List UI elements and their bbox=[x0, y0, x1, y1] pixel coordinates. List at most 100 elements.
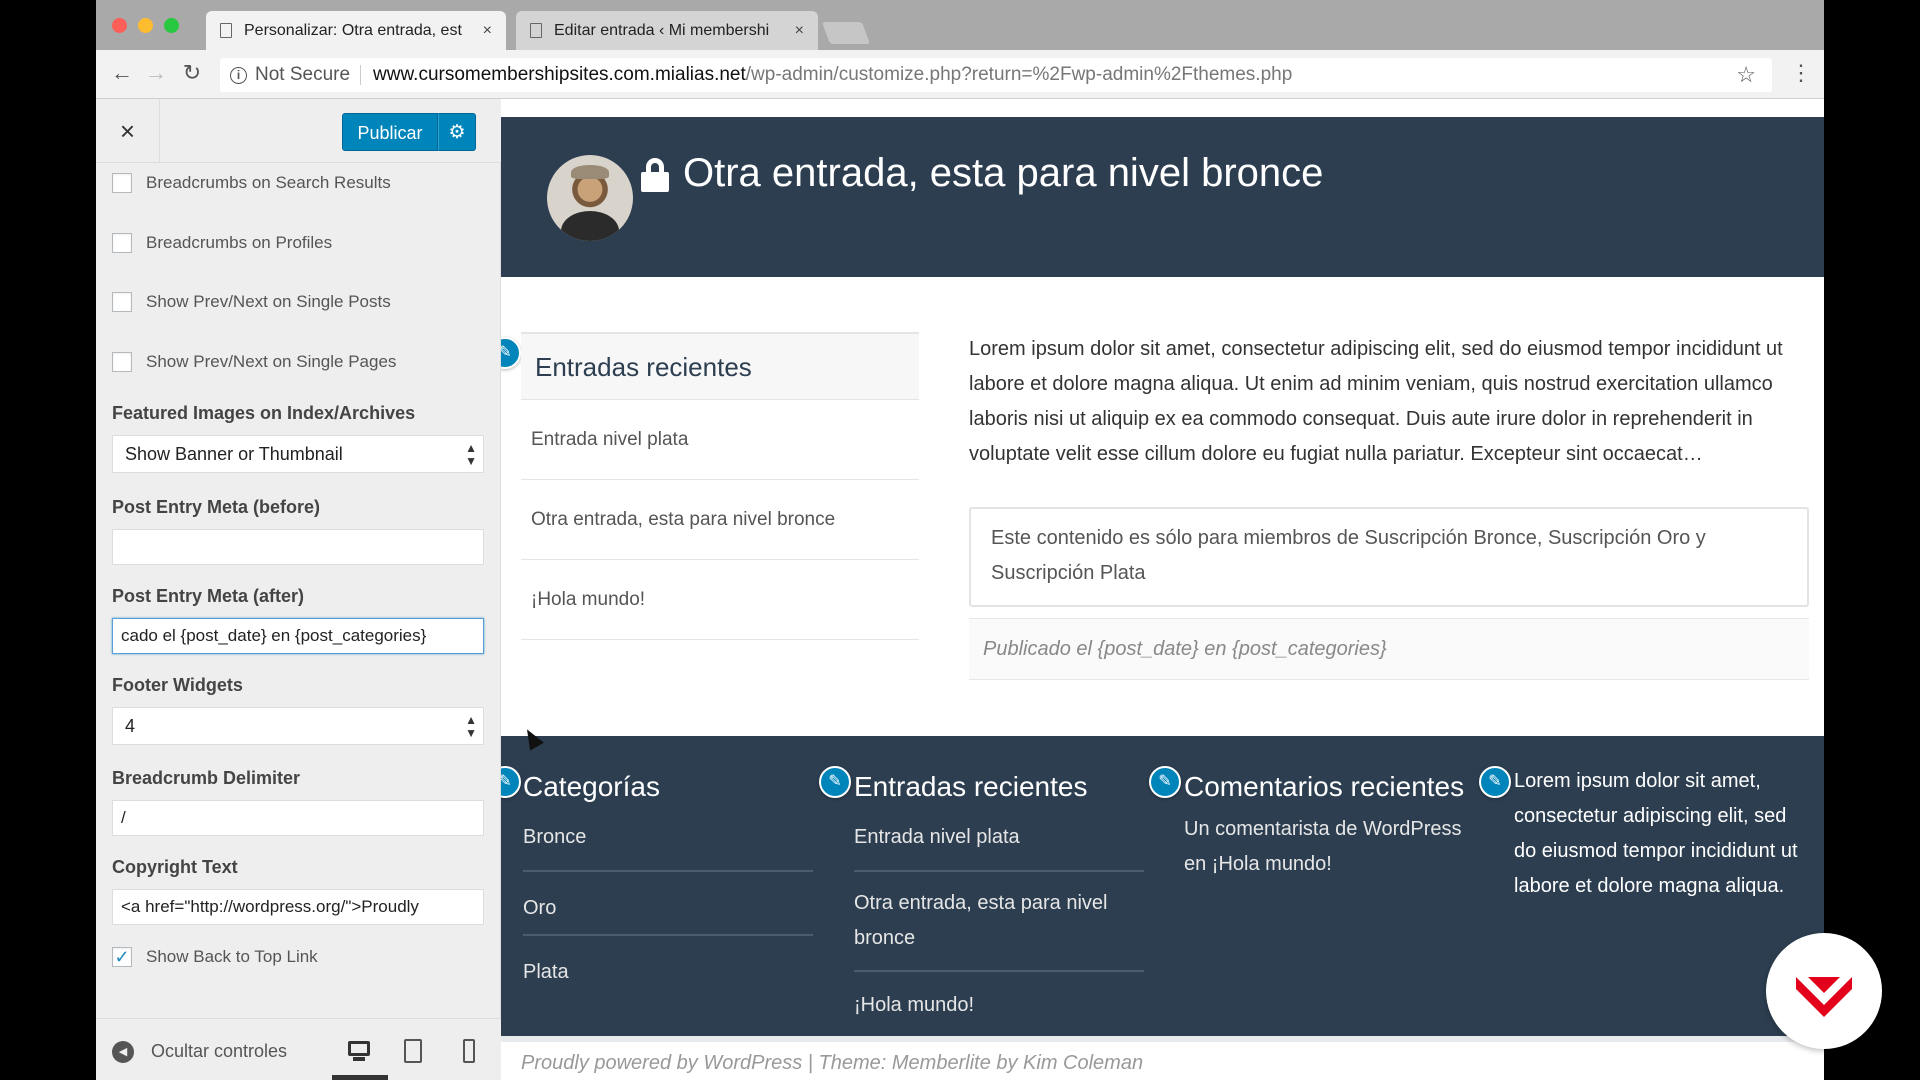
edit-shortcut-icon[interactable]: ✎ bbox=[501, 766, 521, 798]
close-customizer-icon[interactable]: × bbox=[96, 99, 160, 163]
breadcrumb-delimiter-input[interactable]: / bbox=[112, 800, 484, 836]
logo-mark-icon bbox=[1796, 977, 1852, 1017]
recent-posts-title: Entradas recientes bbox=[521, 332, 919, 400]
meta-after-input[interactable]: cado el {post_date} en {post_categories} bbox=[112, 618, 484, 654]
breadcrumbs-search-checkbox[interactable] bbox=[112, 173, 132, 193]
breadcrumbs-search-option[interactable]: Breadcrumbs on Search Results bbox=[112, 171, 391, 195]
recent-post-link[interactable]: ¡Hola mundo! bbox=[854, 972, 1144, 1028]
breadcrumbs-profiles-checkbox[interactable] bbox=[112, 233, 132, 253]
checkbox-label: Show Back to Top Link bbox=[146, 947, 318, 966]
footer-recent-posts-widget: Entradas recientes Entrada nivel plata O… bbox=[854, 766, 1144, 1028]
customizer-sidebar: × Publicar ⚙ Breadcrumbs on Search Resul… bbox=[96, 99, 501, 1080]
url-separator bbox=[360, 65, 362, 85]
copyright-label: Copyright Text bbox=[112, 857, 238, 877]
post-excerpt: Lorem ipsum dolor sit amet, consectetur … bbox=[969, 338, 1783, 465]
footer-widgets: ✎ Categorías Bronce Oro Plata ✎ Entradas… bbox=[501, 736, 1824, 1036]
select-arrows-icon: ▲ ▼ bbox=[465, 441, 477, 468]
browser-toolbar: ← → ↻ i Not Secure www.cursomembershipsi… bbox=[96, 50, 1824, 99]
tab-title: Personalizar: Otra entrada, est bbox=[244, 21, 462, 39]
site-preview: Otra entrada, esta para nivel bronce ✎ E… bbox=[501, 99, 1824, 1080]
tab-customizer[interactable]: Personalizar: Otra entrada, est × bbox=[206, 11, 506, 50]
browser-window: Personalizar: Otra entrada, est × Editar… bbox=[96, 0, 1824, 1080]
bookmark-star-icon[interactable]: ☆ bbox=[1736, 62, 1756, 88]
widget-title: Comentarios recientes bbox=[1184, 771, 1465, 802]
customizer-controls: Breadcrumbs on Search Results Breadcrumb… bbox=[96, 163, 501, 1018]
checkbox-label: Show Prev/Next on Single Pages bbox=[146, 352, 397, 371]
tab-title: Editar entrada ‹ Mi membershi bbox=[554, 21, 770, 39]
tab-edit-post[interactable]: Editar entrada ‹ Mi membershi × bbox=[516, 11, 818, 50]
tablet-preview-icon[interactable] bbox=[398, 1037, 428, 1067]
category-link[interactable]: Plata bbox=[523, 936, 813, 1000]
footer-widgets-label: Footer Widgets bbox=[112, 675, 243, 695]
post-masthead: Otra entrada, esta para nivel bronce bbox=[501, 117, 1824, 277]
mobile-preview-icon[interactable] bbox=[454, 1037, 484, 1067]
recent-comment[interactable]: Un comentarista de WordPress en ¡Hola mu… bbox=[1184, 808, 1474, 882]
breadcrumb-delimiter-label: Breadcrumb Delimiter bbox=[112, 768, 301, 788]
post-title: Otra entrada, esta para nivel bronce bbox=[641, 151, 1323, 196]
meta-before-label: Post Entry Meta (before) bbox=[112, 497, 321, 517]
edit-shortcut-icon[interactable]: ✎ bbox=[1149, 766, 1181, 798]
channel-logo bbox=[1766, 933, 1882, 1049]
widget-title: Categorías bbox=[523, 771, 660, 802]
zoom-window-button[interactable] bbox=[164, 18, 179, 33]
site-credits: Proudly powered by WordPress | Theme: Me… bbox=[501, 1036, 1824, 1080]
recent-post-link[interactable]: Otra entrada, esta para nivel bronce bbox=[854, 872, 1144, 972]
close-tab-icon[interactable]: × bbox=[483, 22, 492, 40]
footer-categories-widget: Categorías Bronce Oro Plata bbox=[523, 766, 813, 1000]
category-link[interactable]: Oro bbox=[523, 872, 813, 936]
recent-posts-widget: Entradas recientes Entrada nivel plata O… bbox=[521, 332, 919, 640]
members-only-notice: Este contenido es sólo para miembros de … bbox=[969, 507, 1809, 607]
address-bar[interactable]: i Not Secure www.cursomembershipsites.co… bbox=[220, 58, 1772, 92]
page-icon bbox=[220, 23, 232, 38]
customizer-header: × Publicar ⚙ bbox=[96, 99, 501, 163]
checkbox-label: Show Prev/Next on Single Posts bbox=[146, 292, 391, 311]
breadcrumbs-profiles-option[interactable]: Breadcrumbs on Profiles bbox=[112, 231, 332, 255]
active-device-indicator bbox=[332, 1075, 388, 1080]
info-icon[interactable]: i bbox=[230, 66, 247, 84]
category-link[interactable]: Bronce bbox=[523, 808, 813, 872]
reload-icon[interactable]: ↻ bbox=[178, 60, 206, 86]
copyright-input[interactable]: <a href="http://wordpress.org/">Proudly bbox=[112, 889, 484, 925]
edit-shortcut-icon[interactable]: ✎ bbox=[501, 337, 521, 369]
edit-shortcut-icon[interactable]: ✎ bbox=[819, 766, 851, 798]
edit-shortcut-icon[interactable]: ✎ bbox=[1479, 766, 1511, 798]
prev-next-posts-checkbox[interactable] bbox=[112, 292, 132, 312]
select-arrows-icon: ▲ ▼ bbox=[465, 713, 477, 740]
checkbox-label: Breadcrumbs on Profiles bbox=[146, 233, 333, 252]
recent-post-link[interactable]: Otra entrada, esta para nivel bronce bbox=[521, 480, 919, 560]
meta-before-input[interactable] bbox=[112, 529, 484, 565]
page-icon bbox=[530, 23, 542, 38]
screen: Personalizar: Otra entrada, est × Editar… bbox=[0, 0, 1920, 1080]
publish-button[interactable]: Publicar bbox=[342, 113, 438, 151]
recent-post-link[interactable]: Entrada nivel plata bbox=[854, 808, 1144, 872]
desktop-preview-icon[interactable] bbox=[344, 1037, 374, 1067]
collapse-controls-label[interactable]: Ocultar controles bbox=[151, 1041, 287, 1062]
back-to-top-option[interactable]: ✓ Show Back to Top Link bbox=[112, 945, 318, 969]
post-meta: Publicado el {post_date} en {post_catego… bbox=[969, 618, 1809, 680]
footer-text-widget: Lorem ipsum dolor sit amet, consectetur … bbox=[1514, 764, 1804, 904]
close-window-button[interactable] bbox=[112, 18, 127, 33]
prev-next-pages-option[interactable]: Show Prev/Next on Single Pages bbox=[112, 350, 396, 374]
footer-widgets-select[interactable]: 4 ▲ ▼ bbox=[112, 707, 484, 745]
select-value: 4 bbox=[125, 716, 136, 736]
publish-settings-gear-icon[interactable]: ⚙ bbox=[438, 113, 476, 151]
url-domain: www.cursomembershipsites.com.mialias.net bbox=[373, 64, 746, 85]
prev-next-pages-checkbox[interactable] bbox=[112, 352, 132, 372]
lock-icon bbox=[641, 157, 669, 192]
recent-post-link[interactable]: Entrada nivel plata bbox=[521, 400, 919, 480]
prev-next-posts-option[interactable]: Show Prev/Next on Single Posts bbox=[112, 290, 391, 314]
close-tab-icon[interactable]: × bbox=[795, 22, 804, 40]
tab-strip: Personalizar: Otra entrada, est × Editar… bbox=[96, 0, 1824, 50]
new-tab-button[interactable] bbox=[821, 22, 871, 44]
browser-menu-icon[interactable]: ⋮ bbox=[1790, 60, 1812, 86]
featured-images-select[interactable]: Show Banner or Thumbnail ▲ ▼ bbox=[112, 435, 484, 473]
forward-icon[interactable]: → bbox=[142, 60, 170, 86]
featured-images-label: Featured Images on Index/Archives bbox=[112, 403, 416, 423]
author-avatar bbox=[547, 155, 633, 241]
back-icon[interactable]: ← bbox=[108, 60, 136, 86]
back-to-top-checkbox[interactable]: ✓ bbox=[112, 947, 132, 967]
recent-post-link[interactable]: ¡Hola mundo! bbox=[521, 560, 919, 640]
minimize-window-button[interactable] bbox=[138, 18, 153, 33]
select-value: Show Banner or Thumbnail bbox=[125, 444, 343, 464]
collapse-icon[interactable]: ◀ bbox=[112, 1041, 134, 1063]
